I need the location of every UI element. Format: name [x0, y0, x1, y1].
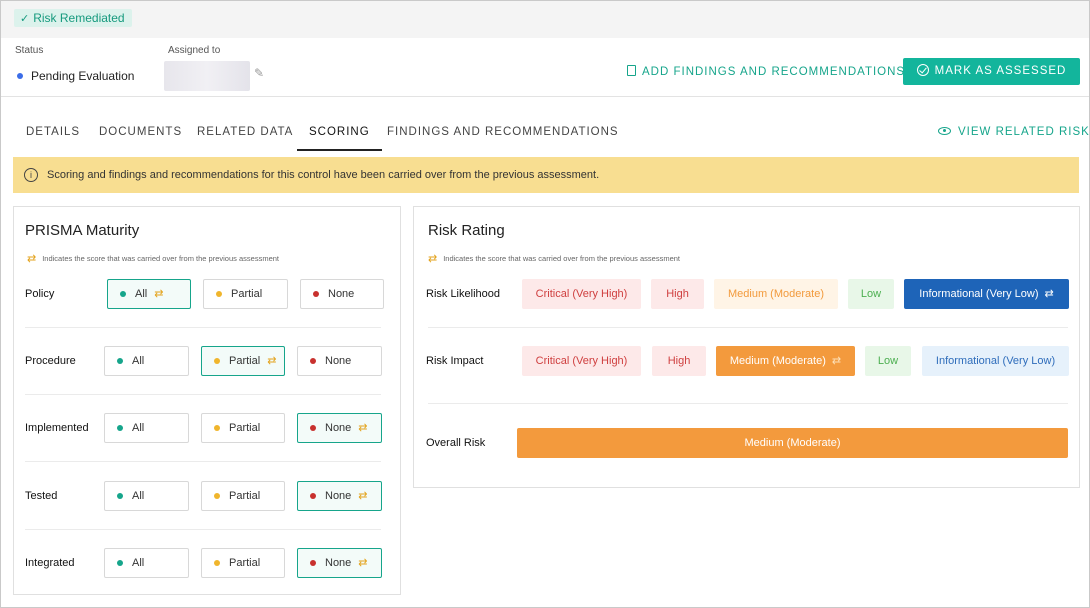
check-icon: ✓: [20, 13, 30, 25]
eye-icon: [938, 127, 951, 135]
row-label-implemented: Implemented: [25, 422, 89, 434]
tab-findings[interactable]: FINDINGS AND RECOMMENDATIONS: [375, 116, 631, 151]
likelihood-medium[interactable]: Medium (Moderate): [714, 279, 838, 309]
tested-option-partial[interactable]: Partial: [201, 481, 285, 511]
assignee-field[interactable]: [164, 61, 250, 91]
integrated-option-none[interactable]: None ⇄: [297, 548, 382, 578]
yellow-dot-icon: [214, 425, 220, 431]
likelihood-low[interactable]: Low: [848, 279, 894, 309]
document-add-icon: [627, 65, 636, 76]
status-label: Status: [15, 45, 44, 56]
procedure-option-all[interactable]: All: [104, 346, 189, 376]
swap-icon: ⇄: [831, 355, 842, 367]
policy-option-all[interactable]: All ⇄: [107, 279, 191, 309]
add-findings-button[interactable]: ADD FINDINGS AND RECOMMENDATIONS: [627, 63, 905, 81]
impact-critical[interactable]: Critical (Very High): [522, 346, 641, 376]
tested-option-none[interactable]: None ⇄: [297, 481, 382, 511]
implemented-option-partial[interactable]: Partial: [201, 413, 285, 443]
remediated-badge: ✓ Risk Remediated: [14, 9, 132, 27]
swap-icon: ⇄: [1044, 288, 1054, 300]
tested-option-all[interactable]: All: [104, 481, 189, 511]
green-dot-icon: [117, 493, 123, 499]
yellow-dot-icon: [214, 358, 220, 364]
swap-icon: ⇄: [27, 253, 37, 265]
tab-scoring[interactable]: SCORING: [297, 116, 382, 151]
integrated-option-partial[interactable]: Partial: [201, 548, 285, 578]
yellow-dot-icon: [216, 291, 222, 297]
impact-high[interactable]: High: [652, 346, 706, 376]
row-label-integrated: Integrated: [25, 557, 75, 569]
swap-icon: ⇄: [358, 490, 368, 502]
red-dot-icon: [310, 425, 316, 431]
policy-option-partial[interactable]: Partial: [203, 279, 288, 309]
red-dot-icon: [313, 291, 319, 297]
red-dot-icon: [310, 493, 316, 499]
swap-icon: ⇄: [358, 422, 368, 434]
carryover-notice: i Scoring and findings and recommendatio…: [13, 157, 1079, 193]
integrated-option-all[interactable]: All: [104, 548, 189, 578]
row-divider: [25, 394, 381, 395]
assigned-label: Assigned to: [168, 45, 221, 56]
prisma-title: PRISMA Maturity: [25, 222, 140, 239]
red-dot-icon: [310, 560, 316, 566]
prisma-card: PRISMA Maturity ⇄ Indicates the score tha…: [13, 206, 401, 595]
row-label-procedure: Procedure: [25, 355, 76, 367]
impact-medium[interactable]: Medium (Moderate) ⇄: [716, 346, 855, 376]
likelihood-high[interactable]: High: [651, 279, 704, 309]
row-divider: [428, 403, 1068, 404]
risk-title: Risk Rating: [428, 222, 505, 239]
green-dot-icon: [117, 560, 123, 566]
overall-risk-value: Medium (Moderate): [517, 428, 1068, 458]
yellow-dot-icon: [214, 493, 220, 499]
yellow-dot-icon: [214, 560, 220, 566]
green-dot-icon: [117, 425, 123, 431]
tab-related-data[interactable]: RELATED DATA: [185, 116, 305, 151]
likelihood-informational[interactable]: Informational (Very Low) ⇄: [904, 279, 1069, 309]
swap-icon: ⇄: [154, 288, 164, 300]
status-value: Pending Evaluation: [17, 69, 134, 83]
likelihood-critical[interactable]: Critical (Very High): [522, 279, 641, 309]
green-dot-icon: [120, 291, 126, 297]
green-dot-icon: [117, 358, 123, 364]
pencil-icon[interactable]: ✎: [254, 66, 264, 80]
row-divider: [25, 461, 381, 462]
implemented-option-none[interactable]: None ⇄: [297, 413, 382, 443]
top-bar: ✓ Risk Remediated: [1, 1, 1089, 38]
header-divider: [1, 96, 1089, 97]
likelihood-label: Risk Likelihood: [426, 288, 500, 300]
status-dot-icon: [17, 73, 23, 79]
row-divider: [25, 327, 381, 328]
row-divider: [25, 529, 381, 530]
row-label-policy: Policy: [25, 288, 55, 300]
policy-option-none[interactable]: None: [300, 279, 384, 309]
procedure-option-partial[interactable]: Partial ⇄: [201, 346, 285, 376]
view-related-risk-link[interactable]: VIEW RELATED RISK: [938, 126, 1090, 138]
row-divider: [428, 327, 1068, 328]
swap-icon: ⇄: [358, 557, 368, 569]
swap-icon: ⇄: [267, 355, 277, 367]
risk-carry-note: ⇄ Indicates the score that was carried ov…: [428, 253, 680, 265]
tab-details[interactable]: DETAILS: [14, 116, 92, 151]
row-label-tested: Tested: [25, 490, 58, 502]
impact-informational[interactable]: Informational (Very Low): [922, 346, 1069, 376]
check-circle-icon: [916, 64, 929, 76]
info-icon: i: [24, 168, 38, 182]
overall-risk-label: Overall Risk: [426, 437, 486, 449]
impact-low[interactable]: Low: [865, 346, 911, 376]
implemented-option-all[interactable]: All: [104, 413, 189, 443]
procedure-option-none[interactable]: None: [297, 346, 382, 376]
impact-label: Risk Impact: [426, 355, 484, 367]
red-dot-icon: [310, 358, 316, 364]
tab-documents[interactable]: DOCUMENTS: [87, 116, 194, 151]
prisma-carry-note: ⇄ Indicates the score that was carried ov…: [27, 253, 279, 265]
swap-icon: ⇄: [428, 253, 438, 265]
mark-assessed-button[interactable]: MARK AS ASSESSED: [903, 58, 1080, 85]
